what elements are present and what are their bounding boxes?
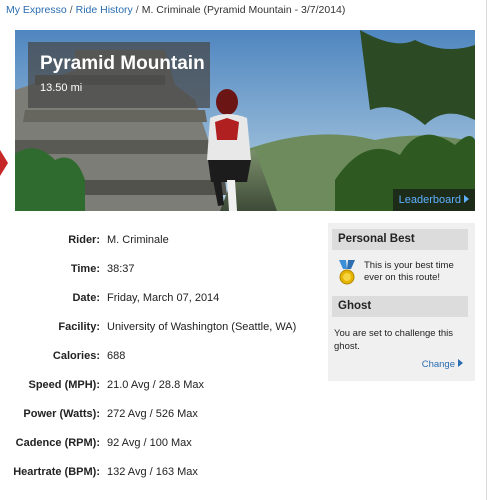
breadcrumb-link-ride-history[interactable]: Ride History bbox=[76, 4, 133, 16]
stat-label: Cadence (RPM): bbox=[15, 437, 100, 449]
stat-value: 272 Avg / 526 Max bbox=[107, 408, 198, 420]
stat-value: 92 Avg / 100 Max bbox=[107, 437, 192, 449]
stat-label: Time: bbox=[70, 263, 100, 275]
breadcrumb-link-my-expresso[interactable]: My Expresso bbox=[6, 4, 67, 16]
stat-row-facility: Facility: University of Washington (Seat… bbox=[0, 319, 320, 335]
stat-row-time: Time: 38:37 bbox=[0, 261, 320, 277]
stat-label: Facility: bbox=[58, 321, 100, 333]
stat-row-rider: Rider: M. Criminale bbox=[0, 232, 320, 248]
route-info-box: Pyramid Mountain 13.50 mi bbox=[28, 42, 210, 108]
route-distance: 13.50 mi bbox=[40, 82, 83, 94]
stat-value: University of Washington (Seattle, WA) bbox=[107, 321, 297, 333]
ghost-heading: Ghost bbox=[332, 296, 468, 317]
arrow-right-icon bbox=[464, 195, 469, 203]
stat-row-power: Power (Watts): 272 Avg / 526 Max bbox=[0, 406, 320, 422]
stat-value: 21.0 Avg / 28.8 Max bbox=[107, 379, 205, 391]
content-border bbox=[486, 0, 487, 500]
route-hero-image: Pyramid Mountain 13.50 mi Leaderboard bbox=[15, 30, 475, 211]
breadcrumb: My Expresso / Ride History / M. Criminale (P… bbox=[6, 4, 345, 16]
breadcrumb-separator: / bbox=[69, 4, 73, 16]
stat-label: Calories: bbox=[52, 350, 100, 362]
arrow-right-icon bbox=[458, 359, 463, 367]
stat-value: 38:37 bbox=[107, 263, 135, 275]
side-marker bbox=[0, 150, 8, 176]
breadcrumb-current: M. Criminale (Pyramid Mountain - 3/7/201… bbox=[141, 4, 346, 16]
breadcrumb-separator: / bbox=[135, 4, 139, 16]
stat-label: Power (Watts): bbox=[23, 408, 100, 420]
stat-row-date: Date: Friday, March 07, 2014 bbox=[0, 290, 320, 306]
change-label: Change bbox=[421, 359, 455, 370]
change-ghost-link[interactable]: Change bbox=[422, 359, 463, 370]
stat-row-heartrate: Heartrate (BPM): 132 Avg / 163 Max bbox=[0, 464, 320, 480]
stat-label: Heartrate (BPM): bbox=[13, 466, 100, 478]
leaderboard-label: Leaderboard bbox=[398, 194, 461, 206]
stat-value: 132 Avg / 163 Max bbox=[107, 466, 198, 478]
medal-icon bbox=[339, 260, 355, 285]
stat-label: Date: bbox=[72, 292, 100, 304]
personal-best-heading: Personal Best bbox=[332, 229, 468, 250]
personal-best-text: This is your best time ever on this rout… bbox=[364, 260, 454, 283]
stat-row-speed: Speed (MPH): 21.0 Avg / 28.8 Max bbox=[0, 377, 320, 393]
stat-value: Friday, March 07, 2014 bbox=[107, 292, 220, 304]
stat-row-calories: Calories: 688 bbox=[0, 348, 320, 364]
ghost-text: You are set to challenge this ghost. bbox=[334, 328, 454, 352]
side-panel: Personal Best This is your best time eve… bbox=[328, 223, 475, 381]
leaderboard-link[interactable]: Leaderboard bbox=[392, 189, 475, 211]
route-name: Pyramid Mountain bbox=[40, 53, 205, 74]
stat-value: 688 bbox=[107, 350, 126, 362]
stat-row-cadence: Cadence (RPM): 92 Avg / 100 Max bbox=[0, 435, 320, 451]
stat-value: M. Criminale bbox=[107, 234, 169, 246]
stat-label: Speed (MPH): bbox=[28, 379, 101, 391]
stat-label: Rider: bbox=[68, 234, 100, 246]
